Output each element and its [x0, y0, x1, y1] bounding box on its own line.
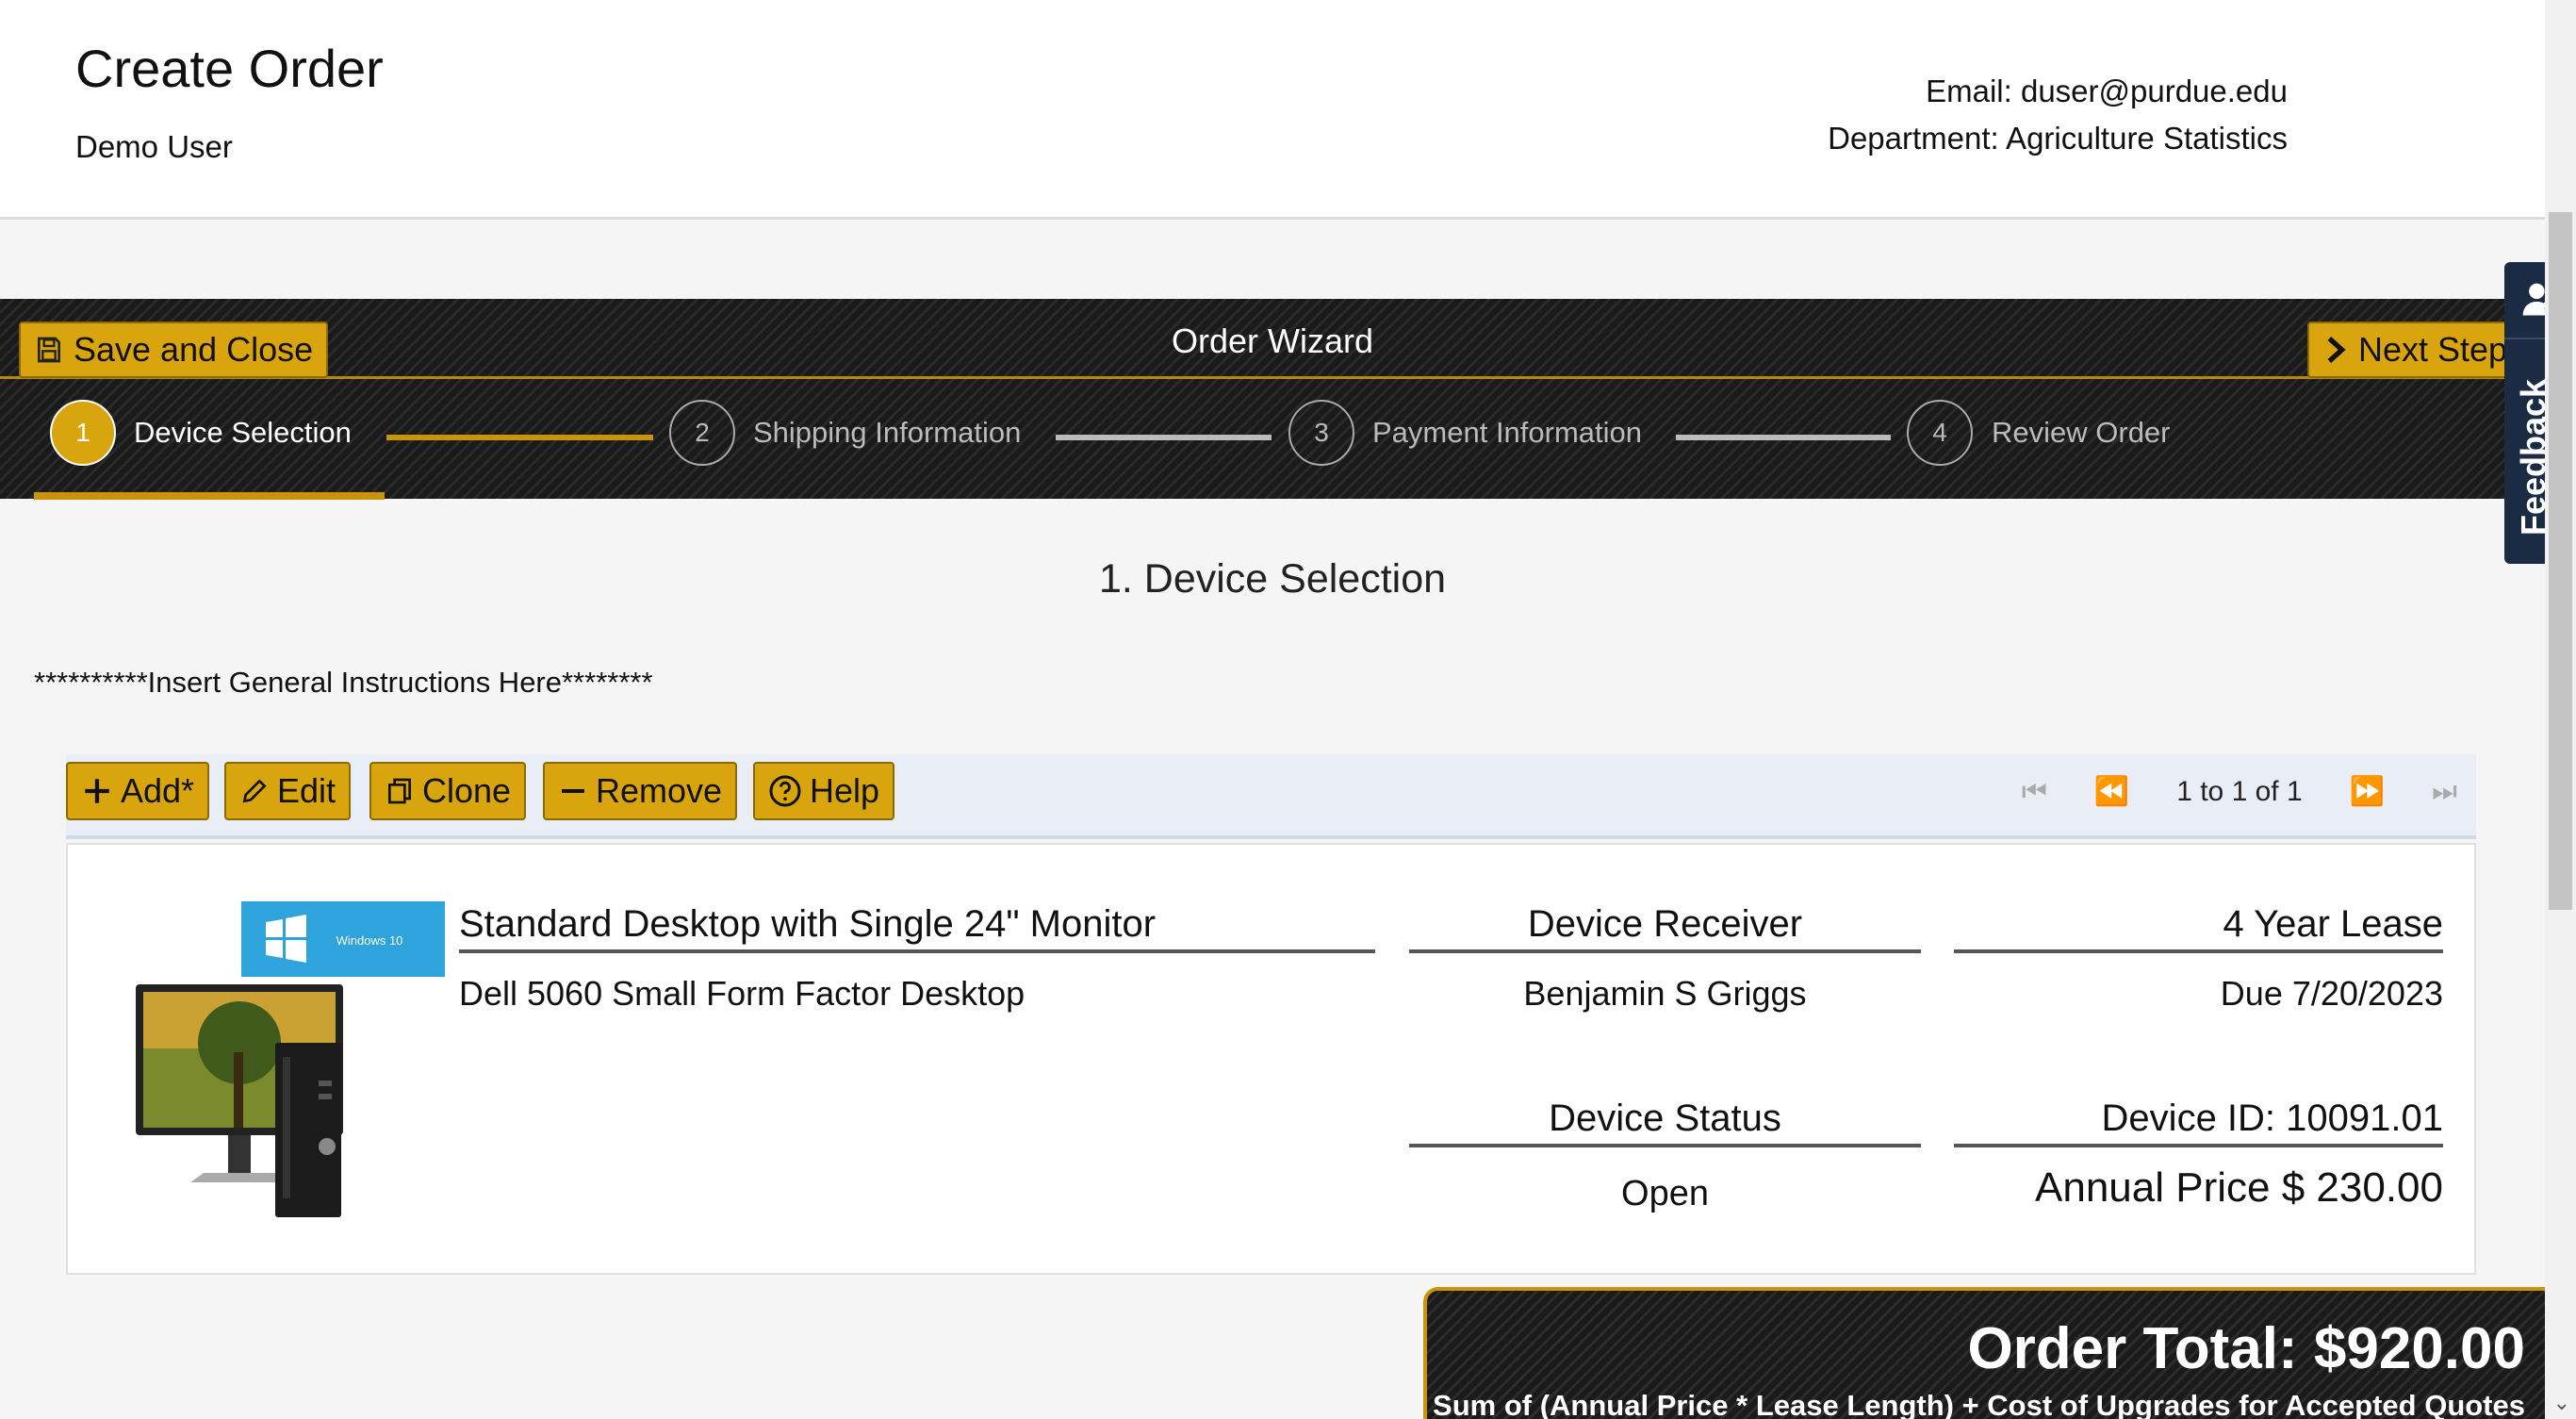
step-3-number[interactable]: 3 [1288, 400, 1354, 466]
remove-label: Remove [596, 771, 723, 810]
scroll-down-icon[interactable]: ⌄ [2553, 1391, 2570, 1415]
add-button[interactable]: Add* [66, 762, 210, 820]
pencil-icon [242, 779, 267, 803]
step-1-label[interactable]: Device Selection [134, 416, 352, 450]
user-email: Email: duser@purdue.edu [1926, 74, 2288, 108]
page-title: Create Order [75, 39, 384, 98]
pager: ⏮ ⏪ 1 to 1 of 1 ⏩ ⏭ [2022, 775, 2457, 808]
user-department: Department: Agriculture Statistics [1828, 121, 2288, 156]
step-4-label[interactable]: Review Order [1992, 416, 2171, 450]
user-info: Email: duser@purdue.edu Department: Agri… [1828, 68, 2288, 162]
device-name-column: Standard Desktop with Single 24" Monitor… [459, 903, 1375, 1014]
order-total-panel: Order Total: $920.00 Sum of (Annual Pric… [1423, 1287, 2550, 1419]
device-status-column: Device Status Open [1409, 1097, 1921, 1214]
device-card[interactable]: Windows 10 Standard Desktop with Single … [66, 843, 2476, 1275]
step-2-label[interactable]: Shipping Information [753, 416, 1021, 450]
last-page-icon[interactable]: ⏭ [2432, 776, 2457, 808]
page-scrollbar[interactable]: ⌄ [2545, 0, 2576, 1419]
edit-label: Edit [277, 771, 336, 810]
plus-icon [85, 779, 109, 803]
device-toolbar: Add* Edit Clone Remove Help ⏮ ⏪ 1 to 1 o… [66, 754, 2476, 839]
os-badge: Windows 10 [336, 933, 403, 948]
order-wizard: Save and Close Order Wizard Next Step 1 … [0, 299, 2552, 500]
section-heading: 1. Device Selection [1098, 556, 1447, 602]
annual-price: Annual Price $ 230.00 [2035, 1164, 2443, 1211]
user-name: Demo User [75, 129, 233, 164]
general-instructions: **********Insert General Instructions He… [34, 666, 653, 699]
pager-status: 1 to 1 of 1 [2176, 775, 2303, 807]
page-header: Create Order Demo User Email: duser@purd… [0, 0, 2545, 220]
clone-icon [388, 778, 411, 804]
device-receiver: Benjamin S Griggs [1523, 974, 1807, 1013]
wizard-toolbar: Save and Close Order Wizard Next Step [0, 299, 2552, 379]
first-page-icon[interactable]: ⏮ [2022, 776, 2047, 808]
desktop-computer-image: Windows 10 [136, 901, 445, 1217]
order-total: Order Total: $920.00 [1967, 1316, 2525, 1381]
device-status-label: Device Status [1409, 1097, 1921, 1147]
next-step-label: Next Step [2358, 330, 2508, 369]
wizard-steps: 1 Device Selection 2 Shipping Informatio… [0, 382, 2545, 500]
step-3-label[interactable]: Payment Information [1372, 416, 1642, 450]
clone-label: Clone [422, 771, 512, 810]
step-connector-2 [1056, 435, 1272, 440]
next-page-icon[interactable]: ⏩ [2350, 775, 2385, 808]
question-circle-icon [769, 775, 801, 807]
previous-page-icon[interactable]: ⏪ [2094, 775, 2129, 808]
device-id-column: Device ID: 10091.01 Annual Price $ 230.0… [1954, 1097, 2443, 1212]
order-total-formula: Sum of (Annual Price * Lease Length) + C… [1433, 1389, 2525, 1419]
device-id: Device ID: 10091.01 [1954, 1097, 2443, 1147]
chevron-right-icon [2327, 337, 2346, 363]
add-label: Add* [121, 771, 195, 810]
wizard-title: Order Wizard [1171, 322, 1374, 360]
device-name: Standard Desktop with Single 24" Monitor [459, 903, 1375, 953]
help-label: Help [810, 771, 880, 810]
help-button[interactable]: Help [753, 762, 895, 820]
device-status: Open [1621, 1174, 1709, 1213]
lease-column: 4 Year Lease Due 7/20/2023 [1954, 903, 2443, 1014]
step-connector-3 [1676, 435, 1891, 440]
step-1-number[interactable]: 1 [50, 400, 116, 466]
device-receiver-column: Device Receiver Benjamin S Griggs [1409, 903, 1921, 1014]
device-receiver-label: Device Receiver [1409, 903, 1921, 953]
step-connector-1 [386, 435, 653, 440]
active-step-indicator [34, 492, 385, 500]
edit-button[interactable]: Edit [224, 762, 352, 820]
due-date: Due 7/20/2023 [2220, 974, 2443, 1013]
device-model: Dell 5060 Small Form Factor Desktop [459, 974, 1025, 1013]
clone-button[interactable]: Clone [369, 762, 527, 820]
minus-icon [562, 789, 584, 793]
step-4-number[interactable]: 4 [1907, 400, 1973, 466]
step-2-number[interactable]: 2 [669, 400, 735, 466]
lease-length: 4 Year Lease [1954, 903, 2443, 953]
remove-button[interactable]: Remove [543, 762, 738, 820]
scrollbar-thumb[interactable] [2549, 212, 2572, 910]
